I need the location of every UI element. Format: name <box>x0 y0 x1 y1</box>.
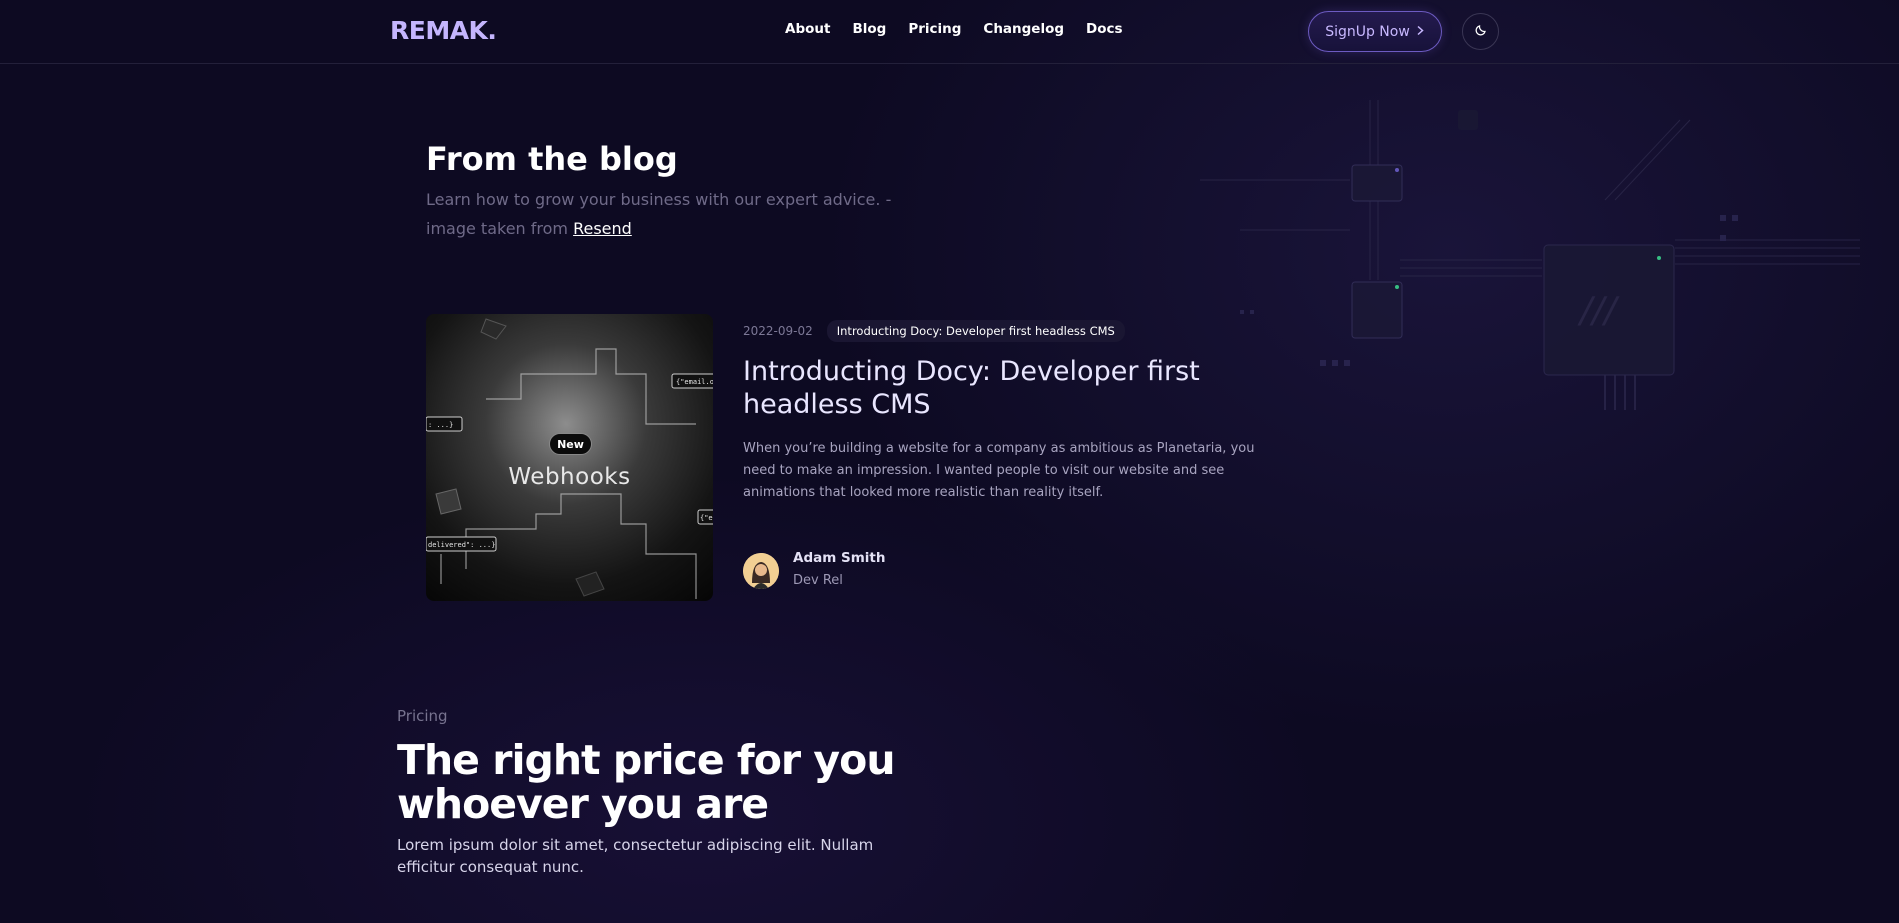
thumb-code-2: : ...} <box>428 421 453 429</box>
nav-changelog[interactable]: Changelog <box>983 21 1064 37</box>
svg-text:///: /// <box>1577 290 1620 331</box>
thumb-code-4: {"e <box>700 514 713 522</box>
blog-title: From the blog <box>426 140 678 178</box>
site-header: REMAK. About Blog Pricing Changelog Docs… <box>0 0 1899 64</box>
resend-link[interactable]: Resend <box>573 219 632 238</box>
nav-blog[interactable]: Blog <box>852 21 886 37</box>
post-date: 2022-09-02 <box>743 324 813 338</box>
thumbnail-title: Webhooks <box>508 464 631 490</box>
pricing-kicker: Pricing <box>397 707 448 725</box>
signup-label: SignUp Now <box>1325 23 1410 40</box>
post-thumbnail[interactable]: {"email.o : ...} delivered": ...} {"e Ne… <box>426 314 713 601</box>
thumbnail-graphic: {"email.o : ...} delivered": ...} {"e <box>426 318 713 599</box>
pricing-title: The right price for you whoever you are <box>397 736 896 828</box>
thumb-code-3: delivered": ...} <box>428 541 495 549</box>
post-tag[interactable]: Introducting Docy: Developer first headl… <box>826 320 1125 342</box>
pricing-description: Lorem ipsum dolor sit amet, consectetur … <box>397 836 874 876</box>
thumb-code-1: {"email.o <box>676 378 713 386</box>
post-meta: 2022-09-02 Introducting Docy: Developer … <box>743 320 1125 342</box>
nav-pricing[interactable]: Pricing <box>908 21 961 37</box>
blog-subtitle-text: Learn how to grow your business with our… <box>426 190 892 238</box>
author-avatar <box>743 553 779 589</box>
theme-toggle-button[interactable] <box>1462 13 1499 50</box>
author-role: Dev Rel <box>793 573 843 588</box>
logo[interactable]: REMAK. <box>390 16 497 45</box>
nav-about[interactable]: About <box>785 21 830 37</box>
main-nav: About Blog Pricing Changelog Docs <box>785 21 1123 37</box>
blog-subtitle: Learn how to grow your business with our… <box>426 185 896 243</box>
post-title[interactable]: Introducting Docy: Developer first headl… <box>743 355 1243 421</box>
moon-icon <box>1474 23 1488 41</box>
signup-button[interactable]: SignUp Now <box>1308 11 1442 52</box>
chevron-right-icon <box>1416 24 1425 40</box>
post-description: When you’re building a website for a com… <box>743 441 1255 500</box>
author-name: Adam Smith <box>793 550 886 566</box>
new-badge: New <box>549 433 592 455</box>
nav-docs[interactable]: Docs <box>1086 21 1123 37</box>
